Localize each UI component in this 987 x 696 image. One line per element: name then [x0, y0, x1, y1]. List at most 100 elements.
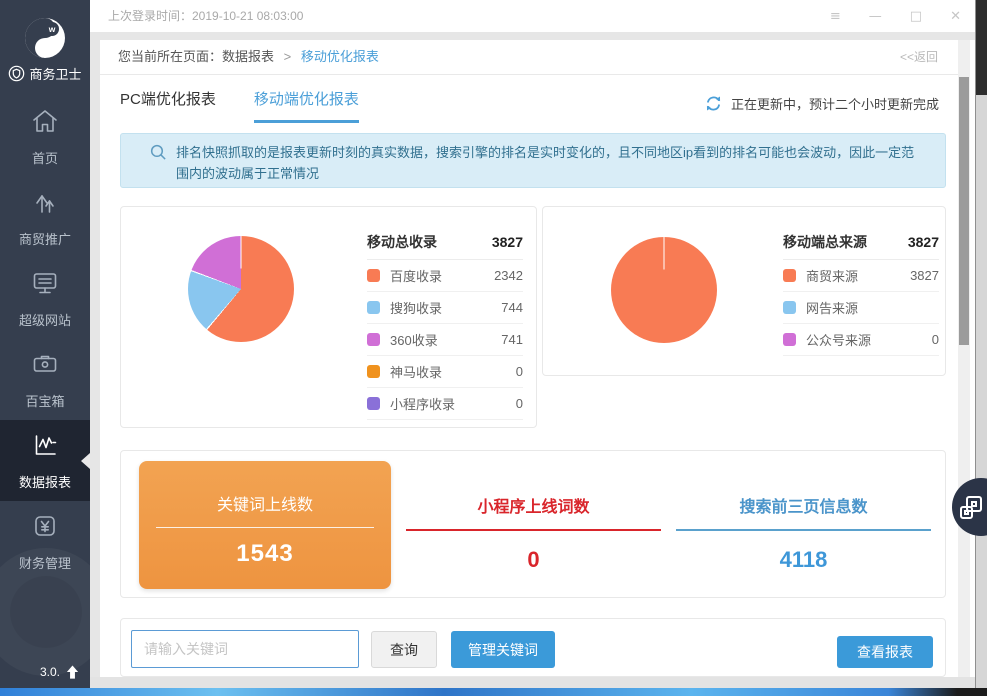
legend-row: 搜狗收录744 — [367, 292, 523, 324]
stat-card-miniprogram-words: 小程序上线词数 0 — [406, 451, 661, 573]
legend-value: 744 — [501, 300, 523, 315]
pie-chart-mobile-index — [188, 236, 294, 342]
legend-value: 0 — [932, 332, 939, 347]
home-icon — [30, 106, 60, 141]
legend-row: 360收录741 — [367, 324, 523, 356]
legend-swatch — [783, 301, 796, 314]
sidebar-item-0[interactable]: 首页 — [0, 96, 90, 177]
legend-value: 3827 — [910, 268, 939, 283]
legend-value: 0 — [516, 364, 523, 379]
legend-row: 网告来源 — [783, 292, 939, 324]
legend-title: 移动总收录 — [367, 232, 437, 252]
sidebar-menu: 首页商贸推广超级网站百宝箱数据报表财务管理 — [0, 96, 90, 582]
legend-name: 小程序收录 — [390, 394, 516, 413]
stat-value: 0 — [406, 547, 661, 573]
sidebar-item-4[interactable]: 数据报表 — [0, 420, 90, 501]
sidebar-item-label: 商贸推广 — [19, 229, 71, 248]
stat-underline — [406, 529, 661, 531]
legend-swatch — [783, 333, 796, 346]
update-status-row: 正在更新中，预计二个小时更新完成 — [704, 94, 939, 113]
legend-total: 3827 — [908, 234, 939, 250]
view-report-button[interactable]: 查看报表 — [837, 636, 933, 668]
brand-name: 商务卫士 — [29, 64, 81, 83]
svg-text:w: w — [48, 24, 56, 34]
watermark-logo — [0, 548, 90, 676]
version-row: 3.0. — [40, 664, 80, 680]
tab-mobile-report[interactable]: 移动端优化报表 — [254, 88, 359, 123]
desktop-right-strip — [975, 0, 987, 688]
toolbox-icon — [30, 349, 60, 384]
legend-total: 3827 — [492, 234, 523, 250]
sidebar-item-label: 数据报表 — [19, 472, 71, 491]
tab-pc-report[interactable]: PC端优化报表 — [120, 88, 216, 123]
legend-swatch — [367, 269, 380, 282]
window-controls: ≡ — □ ✕ — [830, 0, 961, 32]
legend-name: 搜狗收录 — [390, 298, 501, 317]
breadcrumb: 您当前所在页面：数据报表 > 移动优化报表 — [118, 40, 379, 74]
promote-icon — [30, 187, 60, 222]
legend-value: 741 — [501, 332, 523, 347]
breadcrumb-row: 您当前所在页面：数据报表 > 移动优化报表 <<返回 — [100, 40, 958, 75]
sidebar-item-1[interactable]: 商贸推广 — [0, 177, 90, 258]
query-button[interactable]: 查询 — [371, 631, 437, 668]
legend-header: 移动端总来源 3827 — [783, 225, 939, 260]
legend-name: 网告来源 — [806, 298, 939, 317]
keyword-input[interactable] — [131, 630, 359, 668]
search-icon — [149, 143, 168, 162]
breadcrumb-separator: > — [284, 49, 292, 64]
legend-row: 百度收录2342 — [367, 260, 523, 292]
close-icon[interactable]: ✕ — [950, 9, 961, 24]
sidebar-item-label: 首页 — [32, 148, 58, 167]
legend-value: 2342 — [494, 268, 523, 283]
legend-title: 移动端总来源 — [783, 232, 867, 252]
legend-swatch — [367, 301, 380, 314]
desktop-wallpaper-strip — [0, 688, 987, 696]
stats-panel: 关键词上线数 1543 小程序上线词数 0 搜索前三页信息数 4118 — [120, 450, 946, 598]
legend-swatch — [367, 333, 380, 346]
shield-icon — [8, 65, 25, 82]
legend-value: 0 — [516, 396, 523, 411]
upgrade-arrow-icon[interactable] — [65, 664, 80, 680]
stat-card-top3-pages-info: 搜索前三页信息数 4118 — [676, 451, 931, 573]
menu-icon[interactable]: ≡ — [830, 9, 841, 24]
sidebar-item-2[interactable]: 超级网站 — [0, 258, 90, 339]
chart-card-mobile-source: 移动端总来源3827商贸来源3827网告来源公众号来源0 — [542, 206, 946, 376]
notice-text: 排名快照抓取的是报表更新时刻的真实数据，搜索引擎的排名是实时变化的，且不同地区i… — [176, 142, 916, 187]
legend-name: 神马收录 — [390, 362, 516, 381]
pie-chart-mobile-source — [611, 237, 717, 343]
active-notch — [81, 453, 90, 469]
legend-swatch — [783, 269, 796, 282]
scrollbar-thumb[interactable] — [959, 77, 969, 345]
legend-swatch — [367, 365, 380, 378]
finance-icon — [30, 511, 60, 546]
stat-label: 搜索前三页信息数 — [676, 493, 931, 517]
chart-card-mobile-index: 移动总收录3827百度收录2342搜狗收录744360收录741神马收录0小程序… — [120, 206, 537, 428]
sidebar: w 商务卫士 首页商贸推广超级网站百宝箱数据报表财务管理 3.0. — [0, 0, 90, 688]
maximize-icon[interactable]: □ — [910, 9, 922, 24]
divider-band — [90, 32, 975, 40]
refresh-icon — [704, 94, 723, 113]
qr-code-icon — [959, 495, 985, 521]
version-label: 3.0. — [40, 665, 60, 679]
sidebar-item-3[interactable]: 百宝箱 — [0, 339, 90, 420]
sidebar-item-label: 超级网站 — [19, 310, 71, 329]
legend-mobile-source: 移动端总来源3827商贸来源3827网告来源公众号来源0 — [783, 225, 939, 356]
stat-value: 1543 — [139, 540, 391, 568]
manage-keywords-button[interactable]: 管理关键词 — [451, 631, 555, 668]
bottom-band — [90, 677, 975, 688]
legend-row: 神马收录0 — [367, 356, 523, 388]
stat-label: 关键词上线数 — [139, 491, 391, 515]
legend-swatch — [367, 397, 380, 410]
stat-underline — [676, 529, 931, 531]
legend-row: 公众号来源0 — [783, 324, 939, 356]
website-icon — [30, 268, 60, 303]
back-link[interactable]: <<返回 — [900, 40, 938, 74]
keyword-toolbar: 查询 管理关键词 查看报表 — [120, 618, 946, 677]
legend-name: 百度收录 — [390, 266, 494, 285]
minimize-icon[interactable]: — — [869, 9, 882, 24]
stat-card-keywords-online: 关键词上线数 1543 — [139, 461, 391, 589]
breadcrumb-current[interactable]: 移动优化报表 — [301, 49, 379, 64]
brand-row: 商务卫士 — [0, 64, 90, 83]
notice-banner: 排名快照抓取的是报表更新时刻的真实数据，搜索引擎的排名是实时变化的，且不同地区i… — [120, 133, 946, 188]
legend-name: 360收录 — [390, 330, 501, 349]
